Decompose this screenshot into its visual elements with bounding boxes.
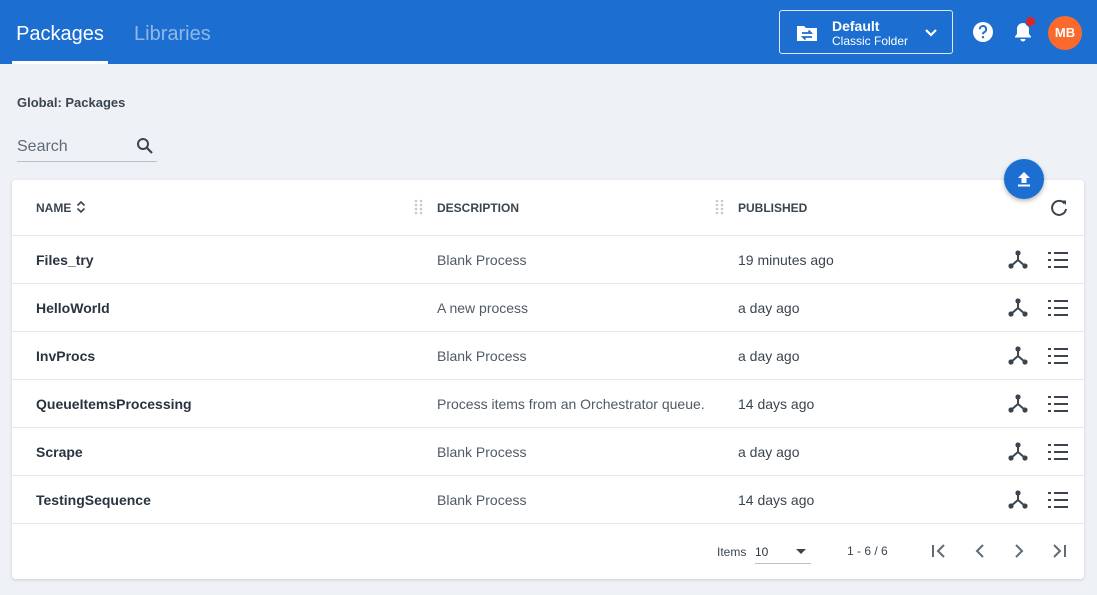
package-description: Blank Process [437,252,527,268]
package-name[interactable]: Scrape [36,444,83,460]
package-name[interactable]: QueueItemsProcessing [36,396,192,412]
chevron-down-icon [796,549,806,554]
column-header-published[interactable]: PUBLISHED [738,201,807,215]
avatar[interactable]: MB [1048,16,1082,50]
package-name[interactable]: InvProcs [36,348,95,364]
deploy-icon[interactable] [1007,441,1029,468]
package-description: Blank Process [437,444,527,460]
help-icon[interactable] [972,21,994,48]
package-published: 14 days ago [738,396,815,412]
column-resize-handle[interactable] [715,199,725,220]
table-header: NAME DESCRIPTION PUBLISHED [12,180,1084,236]
top-bar: Packages Libraries Default Classic Folde… [0,0,1097,64]
package-description: Blank Process [437,492,527,508]
pagination: Items 10 1 - 6 / 6 [12,524,1084,579]
chevron-down-icon [922,24,940,47]
first-page-icon[interactable] [928,540,950,567]
package-description: Process items from an Orchestrator queue… [437,396,705,412]
upload-package-button[interactable] [1004,159,1044,199]
folder-selector[interactable]: Default Classic Folder [779,10,953,54]
tab-packages[interactable]: Packages [12,0,108,64]
deploy-icon[interactable] [1007,249,1029,276]
column-header-description[interactable]: DESCRIPTION [437,201,519,215]
prev-page-icon[interactable] [969,540,991,567]
table-row[interactable]: InvProcs Blank Process a day ago [12,332,1084,380]
folder-name: Default [832,18,880,34]
versions-icon[interactable] [1047,297,1069,324]
versions-icon[interactable] [1047,345,1069,372]
package-published: a day ago [738,348,800,364]
last-page-icon[interactable] [1048,540,1070,567]
versions-icon[interactable] [1047,489,1069,516]
package-name[interactable]: HelloWorld [36,300,110,316]
versions-icon[interactable] [1047,441,1069,468]
breadcrumb: Global: Packages [17,95,126,110]
package-name[interactable]: Files_try [36,252,94,268]
table-row[interactable]: Scrape Blank Process a day ago [12,428,1084,476]
refresh-icon[interactable] [1049,198,1069,223]
table-row[interactable]: Files_try Blank Process 19 minutes ago [12,236,1084,284]
folder-type: Classic Folder [832,34,909,48]
package-published: 19 minutes ago [738,252,834,268]
table-row[interactable]: QueueItemsProcessing Process items from a… [12,380,1084,428]
table-row[interactable]: TestingSequence Blank Process 14 days ago [12,476,1084,524]
search-input[interactable] [17,133,127,160]
deploy-icon[interactable] [1007,393,1029,420]
versions-icon[interactable] [1047,393,1069,420]
package-description: A new process [437,300,529,316]
packages-table: NAME DESCRIPTION PUBLISHED Files_try Blan… [12,180,1084,579]
next-page-icon[interactable] [1008,540,1030,567]
page-size-select[interactable]: 10 [755,540,811,564]
versions-icon[interactable] [1047,249,1069,276]
search-icon[interactable] [136,137,154,160]
page-size-value: 10 [755,545,769,559]
notification-badge [1025,16,1036,27]
page-range: 1 - 6 / 6 [847,544,888,558]
column-resize-handle[interactable] [414,199,424,220]
column-header-name[interactable]: NAME [36,201,71,215]
upload-icon [1018,172,1030,187]
tab-libraries[interactable]: Libraries [134,0,211,64]
package-name[interactable]: TestingSequence [36,492,151,508]
search-box [17,133,157,162]
package-published: a day ago [738,444,800,460]
sort-icon[interactable] [76,200,86,219]
package-published: a day ago [738,300,800,316]
deploy-icon[interactable] [1007,345,1029,372]
table-row[interactable]: HelloWorld A new process a day ago [12,284,1084,332]
package-published: 14 days ago [738,492,815,508]
items-label: Items [717,545,747,559]
deploy-icon[interactable] [1007,297,1029,324]
deploy-icon[interactable] [1007,489,1029,516]
swap-folder-icon [796,23,818,48]
package-description: Blank Process [437,348,527,364]
